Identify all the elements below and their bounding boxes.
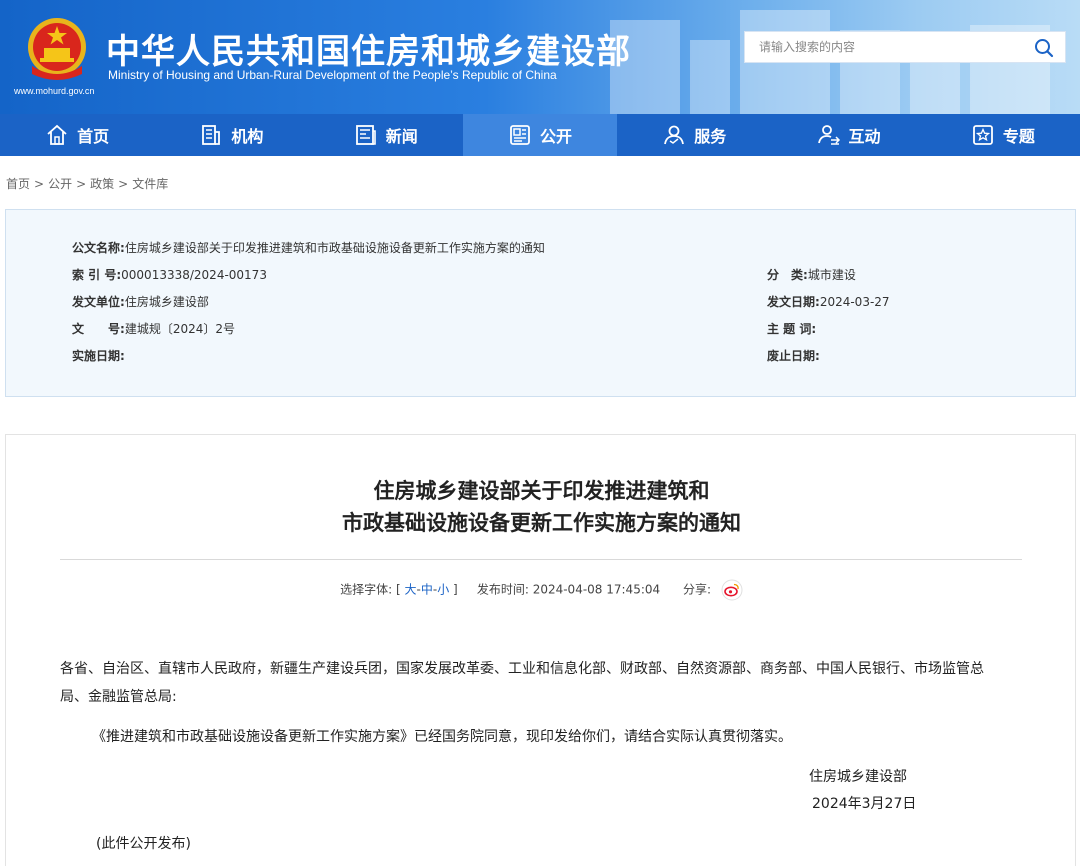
- meta-value: 住房城乡建设部: [124, 295, 209, 309]
- meta-label: 主 题 词:: [767, 322, 817, 336]
- nav-item-service[interactable]: 服务: [617, 114, 771, 156]
- weibo-share-icon[interactable]: [721, 579, 743, 601]
- signature: 住房城乡建设部: [809, 769, 907, 785]
- article-tools: 选择字体: [ 大-中-小 ] 发布时间: 2024-04-08 17:45:0…: [6, 579, 1077, 601]
- breadcrumb-policy[interactable]: 政策: [90, 177, 114, 191]
- disclosure-icon: [510, 125, 530, 145]
- article-title: 住房城乡建设部关于印发推进建筑和 市政基础设施设备更新工作实施方案的通知: [6, 475, 1077, 539]
- publish-time-label: 发布时间:: [476, 582, 529, 597]
- search-box: [744, 31, 1066, 63]
- share-label: 分享:: [683, 582, 712, 597]
- search-input[interactable]: [745, 32, 1025, 62]
- meta-label: 发文日期:: [767, 295, 820, 309]
- nav-item-institution[interactable]: 机构: [154, 114, 308, 156]
- meta-abolish-date: 废止日期:: [767, 347, 820, 364]
- signature-date: 2024年3月27日: [812, 796, 917, 812]
- main-nav: 首页 机构 新闻 公开 服务 互动 专题: [0, 114, 1080, 156]
- nav-item-interact[interactable]: 互动: [771, 114, 925, 156]
- bracket: [: [395, 582, 401, 597]
- recipients-paragraph: 各省、自治区、直辖市人民政府，新疆生产建设兵团，国家发展改革委、工业和信息化部、…: [60, 655, 1040, 711]
- title-divider: [60, 559, 1022, 560]
- meta-label: 分 类:: [767, 268, 808, 282]
- breadcrumb-separator: >: [76, 177, 87, 191]
- nav-item-home[interactable]: 首页: [0, 114, 154, 156]
- meta-value: 住房城乡建设部关于印发推进建筑和市政基础设施设备更新工作实施方案的通知: [124, 241, 545, 255]
- meta-keywords: 主 题 词:: [767, 320, 816, 337]
- document-meta-box: 公文名称:住房城乡建设部关于印发推进建筑和市政基础设施设备更新工作实施方案的通知…: [5, 209, 1076, 397]
- nav-label: 新闻: [385, 127, 418, 146]
- meta-label: 实施日期:: [72, 349, 125, 363]
- meta-index: 索 引 号:000013338/2024-00173: [72, 266, 267, 283]
- breadcrumb-disclosure[interactable]: 公开: [48, 177, 72, 191]
- meta-value: 000013338/2024-00173: [121, 268, 267, 282]
- article-title-line: 住房城乡建设部关于印发推进建筑和: [373, 479, 710, 503]
- nav-label: 公开: [539, 127, 572, 146]
- interact-icon: [817, 125, 840, 145]
- service-icon: [664, 125, 685, 145]
- breadcrumb-separator: >: [118, 177, 129, 191]
- article-panel: 住房城乡建设部关于印发推进建筑和 市政基础设施设备更新工作实施方案的通知 选择字…: [5, 434, 1076, 866]
- font-size-medium-link[interactable]: 中: [421, 583, 433, 597]
- meta-label: 发文单位:: [72, 295, 125, 309]
- nav-label: 机构: [231, 127, 264, 146]
- meta-label: 文 号:: [72, 322, 125, 336]
- search-icon[interactable]: [1033, 37, 1055, 59]
- nav-item-special[interactable]: 专题: [926, 114, 1080, 156]
- meta-issue-date: 发文日期:2024-03-27: [767, 293, 890, 310]
- recipients-line: 各省、自治区、直辖市人民政府，新疆生产建设兵团，国家发展改革委、工业和信息化部、…: [60, 661, 984, 677]
- building-icon: [202, 125, 221, 145]
- home-icon: [47, 124, 67, 145]
- meta-doc-name: 公文名称:住房城乡建设部关于印发推进建筑和市政基础设施设备更新工作实施方案的通知: [72, 239, 545, 256]
- nav-label: 首页: [77, 127, 110, 146]
- body-paragraph: 《推进建筑和市政基础设施设备更新工作实施方案》已经国务院同意，现印发给你们，请结…: [92, 729, 792, 745]
- publish-time: 2024-04-08 17:45:04: [532, 582, 661, 597]
- meta-label: 废止日期:: [767, 349, 820, 363]
- breadcrumb: 首页 > 公开 > 政策 > 文件库: [6, 175, 168, 192]
- article-title-line: 市政基础设施设备更新工作实施方案的通知: [342, 511, 741, 535]
- site-header: www.mohurd.gov.cn 中华人民共和国住房和城乡建设部 Minist…: [0, 0, 1080, 114]
- font-size-large-link[interactable]: 大: [404, 583, 416, 597]
- font-size-label: 选择字体:: [340, 582, 393, 597]
- meta-value: 2024-03-27: [819, 295, 890, 309]
- star-icon: [972, 125, 993, 145]
- meta-effective-date: 实施日期:: [72, 347, 125, 364]
- meta-label: 公文名称:: [72, 241, 125, 255]
- font-size-small-link[interactable]: 小: [437, 583, 449, 597]
- meta-doc-number: 文 号:建城规〔2024〕2号: [72, 320, 235, 337]
- nav-label: 服务: [694, 127, 727, 146]
- meta-category: 分 类:城市建设: [767, 266, 856, 283]
- breadcrumb-home[interactable]: 首页: [6, 177, 30, 191]
- site-title: 中华人民共和国住房和城乡建设部: [106, 32, 631, 72]
- nav-item-disclosure[interactable]: 公开: [462, 114, 618, 156]
- national-emblem-icon: [28, 18, 86, 80]
- meta-value: 城市建设: [807, 268, 856, 282]
- breadcrumb-file-library[interactable]: 文件库: [132, 177, 168, 191]
- meta-issuer: 发文单位:住房城乡建设部: [72, 293, 209, 310]
- bracket: ]: [453, 582, 458, 597]
- nav-label: 互动: [848, 127, 881, 146]
- nav-label: 专题: [1002, 127, 1035, 146]
- news-icon: [355, 125, 376, 145]
- breadcrumb-separator: >: [34, 177, 45, 191]
- meta-label: 索 引 号:: [72, 268, 122, 282]
- site-url: www.mohurd.gov.cn: [14, 86, 95, 96]
- site-subtitle: Ministry of Housing and Urban-Rural Deve…: [108, 68, 557, 82]
- publish-note: (此件公开发布): [96, 836, 191, 852]
- meta-value: 建城规〔2024〕2号: [124, 322, 235, 336]
- nav-item-news[interactable]: 新闻: [309, 114, 463, 156]
- recipients-line: 局、金融监管总局:: [60, 689, 177, 705]
